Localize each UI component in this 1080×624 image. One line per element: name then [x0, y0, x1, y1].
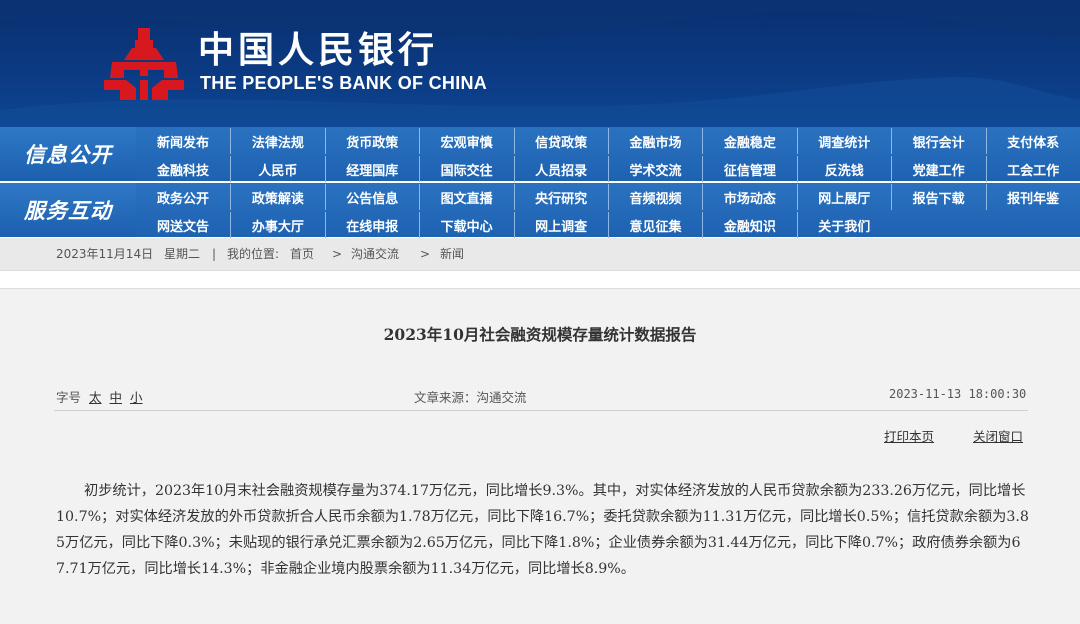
article-source: 文章来源：沟通交流 [414, 390, 527, 405]
nav-item[interactable]: 国际交往 [419, 156, 513, 182]
article-timestamp: 2023-11-13 18:00:30 [889, 387, 1027, 401]
nav-item[interactable]: 办事大厅 [230, 212, 324, 238]
current-date: 2023年11月14日 [56, 247, 154, 261]
nav-item[interactable]: 下载中心 [419, 212, 513, 238]
breadcrumb-separator: | [212, 247, 217, 261]
print-page-link[interactable]: 打印本页 [884, 426, 934, 445]
nav-section-label-service[interactable]: 服务互动 [0, 183, 136, 237]
current-weekday: 星期二 [164, 247, 201, 261]
logo-chinese-text: 中国人民银行 [198, 29, 439, 71]
nav-item[interactable]: 意见征集 [608, 212, 702, 238]
site-header: 中国人民银行 THE PEOPLE'S BANK OF CHINA [0, 0, 1080, 127]
font-size-label: 字号 [56, 390, 82, 405]
nav-item[interactable]: 学术交流 [608, 156, 702, 182]
close-window-link[interactable]: 关闭窗口 [973, 426, 1023, 445]
chevron-right-icon: > [332, 247, 343, 261]
article-title: 2023年10月社会融资规模存量统计数据报告 [383, 325, 697, 344]
nav-item[interactable]: 反洗钱 [796, 156, 891, 182]
nav-item[interactable]: 音频视频 [608, 184, 702, 210]
nav-item[interactable]: 报告下载 [891, 184, 985, 210]
nav-item[interactable]: 货币政策 [324, 128, 419, 154]
nav-item[interactable]: 市场动态 [702, 184, 796, 210]
nav-item[interactable]: 金融稳定 [702, 128, 796, 154]
nav-item[interactable]: 党建工作 [891, 156, 985, 182]
pboc-logo-icon[interactable] [102, 26, 186, 102]
nav-item[interactable]: 新闻发布 [136, 128, 230, 154]
main-navigation: 信息公开 新闻发布 法律法规 货币政策 宏观审慎 信贷政策 金融市场 金融稳定 调查统计 银行会… [0, 127, 1080, 238]
breadcrumb-location-label: 我的位置: [227, 247, 280, 261]
nav-grid-service: 政务公开 政策解读 公告信息 图文直播 央行研究 音频视频 市场动态 网上展厅 报告下载 报刊年鉴… [136, 183, 1080, 238]
nav-item[interactable]: 网上调查 [513, 212, 608, 238]
breadcrumb-home-link[interactable]: 首页 [290, 238, 314, 271]
nav-item[interactable]: 在线申报 [324, 212, 419, 238]
divider [54, 410, 1028, 411]
nav-section-label-info[interactable]: 信息公开 [0, 127, 136, 181]
nav-item[interactable]: 政策解读 [230, 184, 324, 210]
font-size-medium-button[interactable]: 中 [110, 390, 123, 405]
nav-item[interactable]: 图文直播 [419, 184, 513, 210]
logo-english-text: THE PEOPLE'S BANK OF CHINA [200, 73, 488, 93]
nav-item[interactable]: 法律法规 [230, 128, 324, 154]
nav-item[interactable]: 报刊年鉴 [985, 184, 1080, 210]
nav-item[interactable]: 工会工作 [985, 156, 1080, 182]
chevron-right-icon: > [420, 247, 431, 261]
nav-item[interactable]: 金融知识 [702, 212, 796, 238]
breadcrumb-level1-link[interactable]: 沟通交流 [351, 238, 399, 271]
nav-item[interactable]: 公告信息 [324, 184, 419, 210]
breadcrumb: 2023年11月14日 星期二 | 我的位置: 首页 > 沟通交流 > 新闻 [0, 238, 1080, 271]
nav-item[interactable]: 人民币 [230, 156, 324, 182]
breadcrumb-level2-link[interactable]: 新闻 [440, 238, 464, 271]
nav-section-service: 服务互动 政务公开 政策解读 公告信息 图文直播 央行研究 音频视频 市场动态 网上展厅 报告下… [0, 183, 1080, 238]
nav-item[interactable]: 银行会计 [891, 128, 985, 154]
font-size-large-button[interactable]: 太 [89, 390, 102, 405]
nav-section-info: 信息公开 新闻发布 法律法规 货币政策 宏观审慎 信贷政策 金融市场 金融稳定 调查统计 银行会… [0, 127, 1080, 182]
nav-item[interactable]: 征信管理 [702, 156, 796, 182]
nav-item[interactable]: 网送文告 [136, 212, 230, 238]
nav-item[interactable]: 关于我们 [796, 212, 891, 238]
nav-item[interactable]: 宏观审慎 [419, 128, 513, 154]
nav-item[interactable]: 金融科技 [136, 156, 230, 182]
nav-item[interactable]: 网上展厅 [796, 184, 891, 210]
nav-item[interactable]: 金融市场 [608, 128, 702, 154]
nav-item[interactable]: 调查统计 [796, 128, 891, 154]
font-size-small-button[interactable]: 小 [130, 390, 143, 405]
nav-grid-info: 新闻发布 法律法规 货币政策 宏观审慎 信贷政策 金融市场 金融稳定 调查统计 银行会计 支付体系… [136, 127, 1080, 182]
nav-item[interactable]: 政务公开 [136, 184, 230, 210]
nav-item[interactable]: 央行研究 [513, 184, 608, 210]
article-body: 初步统计，2023年10月末社会融资规模存量为374.17万亿元，同比增长9.3… [56, 483, 1029, 577]
nav-item[interactable]: 人员招录 [513, 156, 608, 182]
spacer [0, 271, 1080, 288]
nav-item[interactable]: 信贷政策 [513, 128, 608, 154]
nav-item[interactable]: 支付体系 [985, 128, 1080, 154]
nav-item[interactable]: 经理国库 [324, 156, 419, 182]
font-size-control: 字号 太 中 小 [56, 387, 143, 406]
